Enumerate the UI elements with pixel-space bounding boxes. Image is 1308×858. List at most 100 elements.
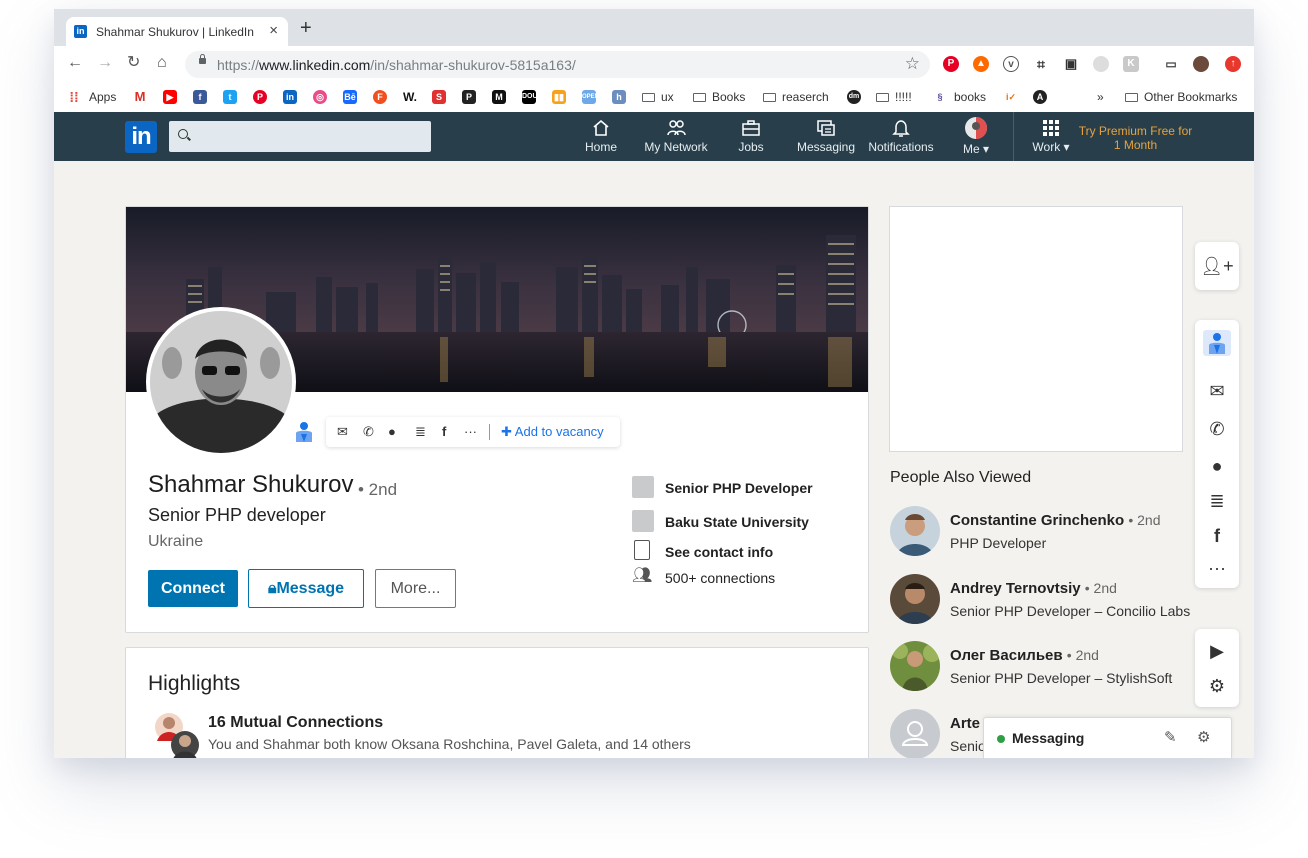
- stackoverflow-icon[interactable]: ≣: [1195, 491, 1239, 511]
- youtube-icon[interactable]: ▶: [163, 90, 177, 104]
- mail-icon[interactable]: ✉: [1195, 381, 1239, 401]
- profile-avatar-icon[interactable]: [1193, 56, 1209, 72]
- bookmark-folder-books[interactable]: Books: [693, 90, 745, 104]
- p-bookmark-icon[interactable]: P: [462, 90, 476, 104]
- nav-messaging[interactable]: Messaging: [794, 118, 858, 154]
- cast-icon[interactable]: ▭: [1163, 56, 1179, 72]
- highlights-title: Highlights: [148, 672, 241, 695]
- nav-work[interactable]: Work ▾: [1026, 118, 1076, 154]
- github-icon[interactable]: ●: [388, 424, 396, 440]
- bars-bookmark-icon[interactable]: ▮▮: [552, 90, 566, 104]
- dock-contacts: ✉ ✆ ● ≣ f ···: [1195, 320, 1239, 588]
- message-button[interactable]: 🔒︎Message: [248, 569, 364, 608]
- compose-icon[interactable]: ✎: [1164, 728, 1177, 746]
- new-tab-button[interactable]: +: [300, 18, 312, 38]
- bookmark-star-icon[interactable]: ☆: [905, 54, 920, 74]
- more-icon[interactable]: ···: [464, 424, 477, 440]
- phone-icon[interactable]: ✆: [363, 424, 374, 440]
- add-to-vacancy-button[interactable]: ✚ Add to vacancy: [501, 424, 604, 440]
- recruiter-extension-icon[interactable]: [292, 420, 316, 444]
- github-icon[interactable]: ●: [1195, 456, 1239, 476]
- more-button[interactable]: More...: [375, 569, 456, 608]
- settings-icon[interactable]: ⚙: [1197, 728, 1210, 746]
- dribbble-icon[interactable]: ◎: [313, 90, 327, 104]
- home-icon[interactable]: ⌂: [157, 54, 167, 72]
- bookmark-apps[interactable]: Apps: [89, 90, 116, 104]
- k-extension-icon[interactable]: K: [1123, 56, 1139, 72]
- i-bookmark-icon[interactable]: i✓: [1004, 90, 1018, 104]
- video-icon[interactable]: ▶: [1195, 641, 1239, 661]
- gmail-icon[interactable]: M: [133, 90, 147, 104]
- connection-degree: • 2nd: [358, 480, 398, 499]
- screenshot-extension-icon[interactable]: ⌗: [1033, 56, 1049, 72]
- facebook-bookmark-icon[interactable]: f: [193, 90, 207, 104]
- settings-icon[interactable]: ⚙: [1195, 676, 1239, 696]
- bookmarks-overflow[interactable]: »: [1097, 90, 1104, 104]
- nav-my-network[interactable]: My Network: [640, 118, 712, 154]
- mail-icon[interactable]: ✉: [337, 424, 348, 440]
- open-bookmark-icon[interactable]: OPEN: [582, 90, 599, 104]
- facebook-icon[interactable]: f: [1195, 526, 1239, 546]
- picture-in-picture-icon[interactable]: ▣: [1063, 56, 1079, 72]
- twitter-icon[interactable]: t: [223, 90, 237, 104]
- apps-grid-icon[interactable]: ⁞⁞: [67, 90, 81, 104]
- update-icon[interactable]: ↑: [1225, 56, 1241, 72]
- quick-actions-bar: ✉ ✆ ● ≣ f ··· ✚ Add to vacancy: [326, 417, 620, 447]
- pinterest-extension-icon[interactable]: P: [943, 56, 959, 72]
- bookmark-folder-ux[interactable]: ux: [642, 90, 674, 104]
- w-bookmark-icon[interactable]: W.: [403, 90, 417, 104]
- nav-me[interactable]: Me ▾: [956, 117, 996, 156]
- list-item[interactable]: Олег Васильев • 2nd Senior PHP Developer…: [890, 641, 1210, 693]
- back-icon[interactable]: ←: [67, 54, 83, 72]
- dou-icon[interactable]: DOU: [522, 90, 538, 104]
- medium-icon[interactable]: M: [492, 90, 506, 104]
- search-input[interactable]: [169, 121, 431, 152]
- stackoverflow-icon[interactable]: ≣: [415, 424, 426, 440]
- briefcase-icon: [742, 120, 760, 136]
- nav-home[interactable]: Home: [576, 118, 626, 154]
- address-bar[interactable]: https://www.linkedin.com/in/shahmar-shuk…: [185, 51, 930, 78]
- bookmark-books[interactable]: books: [954, 90, 986, 104]
- forward-icon[interactable]: →: [97, 54, 113, 72]
- a-bookmark-icon[interactable]: A: [1033, 90, 1047, 104]
- tab-close-icon[interactable]: ×: [269, 22, 278, 39]
- phone-icon[interactable]: ✆: [1195, 419, 1239, 439]
- url-text: https://www.linkedin.com/in/shahmar-shuk…: [217, 57, 576, 73]
- f-bookmark-icon[interactable]: F: [373, 90, 387, 104]
- dm-bookmark-icon[interactable]: dm: [847, 90, 861, 104]
- profile-photo[interactable]: [146, 307, 296, 457]
- reload-icon[interactable]: ↻: [127, 54, 140, 72]
- pocket-extension-icon[interactable]: v: [1003, 56, 1019, 72]
- add-person-icon[interactable]: 👤︎+: [1195, 256, 1239, 276]
- home-icon: [593, 119, 609, 136]
- bookmark-other[interactable]: Other Bookmarks: [1125, 90, 1237, 104]
- mutual-connections-description: You and Shahmar both know Oksana Roshchi…: [208, 736, 691, 752]
- people-icon: 👥︎: [632, 567, 653, 584]
- nav-notifications[interactable]: Notifications: [865, 118, 937, 154]
- avatar: [890, 709, 940, 758]
- list-item[interactable]: Constantine Grinchenko • 2nd PHP Develop…: [890, 506, 1210, 558]
- list-item[interactable]: Andrey Ternovtsiy • 2nd Senior PHP Devel…: [890, 574, 1210, 626]
- more-icon[interactable]: ···: [1195, 558, 1239, 578]
- mutual-connections-title[interactable]: 16 Mutual Connections: [208, 714, 383, 732]
- extension-gray-icon[interactable]: [1093, 56, 1109, 72]
- behance-icon[interactable]: Bē: [343, 90, 357, 104]
- bookmark-folder-reaserch[interactable]: reaserch: [763, 90, 829, 104]
- linkedin-bookmark-icon[interactable]: in: [283, 90, 297, 104]
- recruiter-extension-icon[interactable]: [1203, 330, 1231, 356]
- fire-extension-icon[interactable]: ▲: [973, 56, 989, 72]
- s-bookmark-icon[interactable]: S: [432, 90, 446, 104]
- avatar: [965, 117, 987, 139]
- h-bookmark-icon[interactable]: h: [612, 90, 626, 104]
- nav-jobs[interactable]: Jobs: [730, 118, 772, 154]
- try-premium-link[interactable]: Try Premium Free for 1 Month: [1078, 124, 1193, 152]
- facebook-icon[interactable]: f: [442, 424, 446, 440]
- pinterest-bookmark-icon[interactable]: P: [253, 90, 267, 104]
- quick-actions-divider: [489, 424, 490, 440]
- connect-button[interactable]: Connect: [148, 570, 238, 607]
- person-name: Constantine Grinchenko • 2nd: [950, 512, 1161, 529]
- messaging-bar[interactable]: Messaging ✎ ⚙: [983, 717, 1232, 758]
- active-tab[interactable]: in Shahmar Shukurov | LinkedIn ×: [66, 17, 288, 46]
- linkedin-logo[interactable]: in: [125, 121, 157, 153]
- bookmark-folder-marks[interactable]: !!!!!: [876, 90, 912, 104]
